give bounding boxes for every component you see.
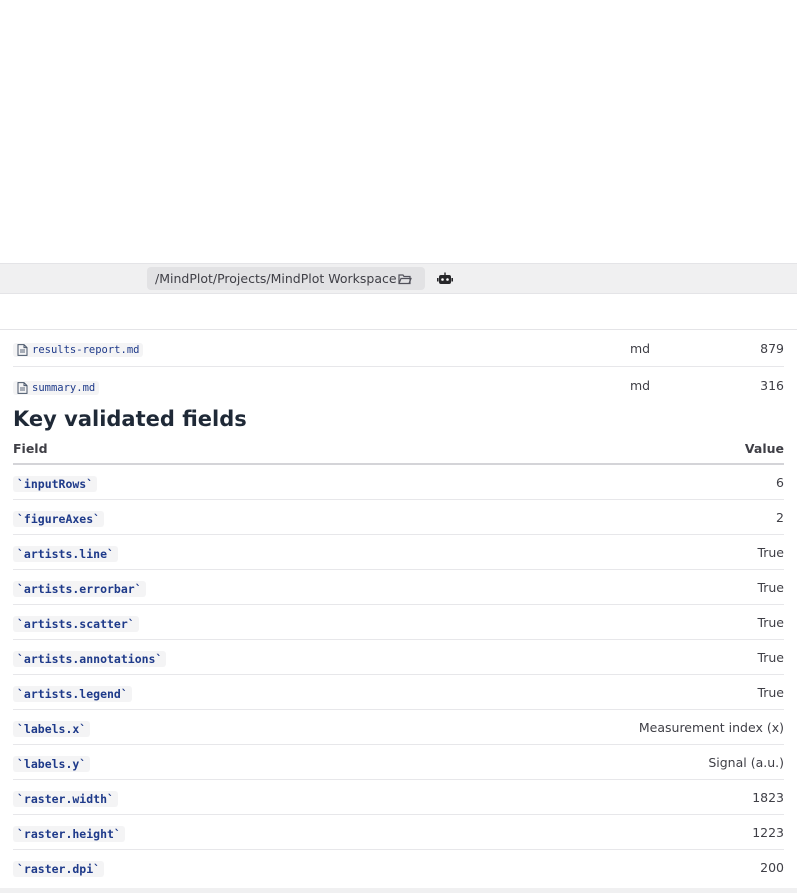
field-value: True xyxy=(409,639,784,675)
file-icon xyxy=(17,381,28,394)
field-key: `artists.scatter` xyxy=(13,616,139,632)
field-value: 6 xyxy=(409,464,784,500)
table-row: `raster.height` 1223 xyxy=(13,814,784,850)
field-key: `artists.annotations` xyxy=(13,651,167,667)
file-name: summary.md xyxy=(32,381,96,394)
field-value: True xyxy=(409,604,784,640)
field-key: `raster.height` xyxy=(13,826,125,842)
field-key: `artists.errorbar` xyxy=(13,581,146,597)
field-value: True xyxy=(409,674,784,710)
column-header-field: Field xyxy=(13,434,410,465)
table-row: `figureAxes` 2 xyxy=(13,499,784,535)
validated-fields-table: Field Value `inputRows` 6 `figureAxes` 2… xyxy=(13,434,784,884)
file-type: md xyxy=(630,378,651,393)
table-row: `artists.annotations` True xyxy=(13,639,784,675)
file-icon xyxy=(17,344,28,356)
workspace-path: /MindPlot/Projects/MindPlot Workspace xyxy=(155,271,397,286)
field-key: `raster.width` xyxy=(13,791,118,807)
field-value: Signal (a.u.) xyxy=(409,744,784,780)
field-key: `labels.x` xyxy=(13,721,91,737)
file-size: 879 xyxy=(760,340,784,356)
robot-icon[interactable] xyxy=(436,270,454,288)
table-row: `raster.width` 1823 xyxy=(13,779,784,815)
tab-strip xyxy=(0,294,797,330)
table-header-row: Field Value xyxy=(13,434,784,465)
field-value: 1823 xyxy=(409,779,784,815)
field-key: `raster.dpi` xyxy=(13,861,105,877)
bottom-edge xyxy=(0,888,797,893)
field-key: `artists.line` xyxy=(13,546,118,562)
field-key: `inputRows` xyxy=(13,476,98,492)
workspace-toolbar: /MindPlot/Projects/MindPlot Workspace xyxy=(0,263,797,294)
table-row: `artists.scatter` True xyxy=(13,604,784,640)
field-value: 200 xyxy=(760,859,784,875)
table-row: `labels.x` Measurement index (x) xyxy=(13,709,784,745)
file-row: summary.md md 316 xyxy=(13,367,784,404)
file-name: results-report.md xyxy=(32,344,140,356)
workspace-path-pill[interactable]: /MindPlot/Projects/MindPlot Workspace xyxy=(147,267,425,290)
file-link-results-report[interactable]: results-report.md xyxy=(13,343,144,357)
table-row: `artists.line` True xyxy=(13,534,784,570)
file-size: 316 xyxy=(760,378,784,393)
file-type: md xyxy=(630,340,651,356)
table-row: `inputRows` 6 xyxy=(13,464,784,500)
field-key: `figureAxes` xyxy=(13,511,105,527)
field-key: `labels.y` xyxy=(13,756,91,772)
table-row: `artists.legend` True xyxy=(13,674,784,710)
field-value: True xyxy=(409,569,784,605)
field-value: True xyxy=(409,534,784,570)
table-row: `raster.dpi` 200 xyxy=(13,850,784,885)
folder-open-icon[interactable] xyxy=(397,271,413,287)
file-link-summary[interactable]: summary.md xyxy=(13,380,100,395)
column-header-value: Value xyxy=(409,434,784,465)
file-row: results-report.md md 879 xyxy=(13,330,784,367)
field-value: Measurement index (x) xyxy=(409,709,784,745)
field-value: 2 xyxy=(409,499,784,535)
field-key: `artists.legend` xyxy=(13,686,132,702)
table-row: `labels.y` Signal (a.u.) xyxy=(13,744,784,780)
table-row: `artists.errorbar` True xyxy=(13,569,784,605)
document-content: results-report.md md 879 summary.md md 3… xyxy=(13,330,784,884)
section-title: Key validated fields xyxy=(13,407,247,431)
field-value: 1223 xyxy=(409,814,784,850)
